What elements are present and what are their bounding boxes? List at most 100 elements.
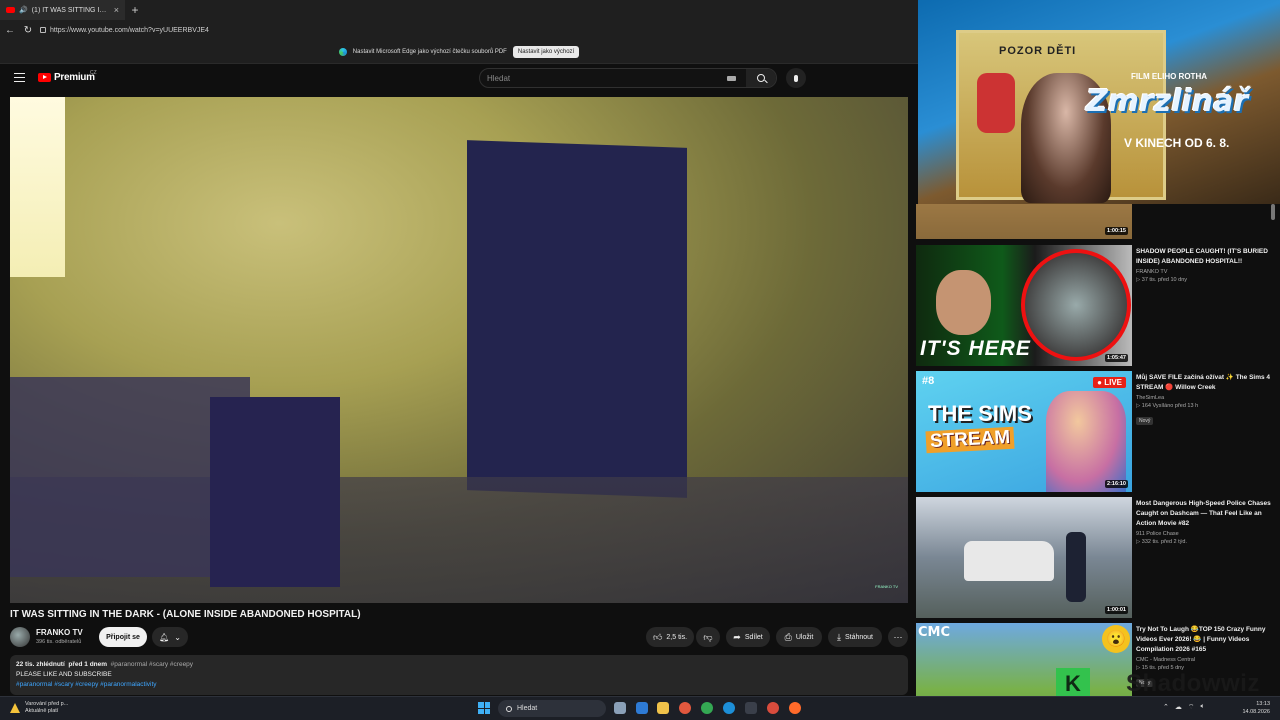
description-hashtags[interactable]: #paranormal #scary #creepy #paranormalac… xyxy=(16,680,902,690)
video-chair xyxy=(210,397,340,587)
sidebar-scrollbar[interactable] xyxy=(1271,204,1275,220)
volume-icon[interactable]: 🔈︎ xyxy=(1200,703,1204,712)
download-label: Stáhnout xyxy=(844,633,873,641)
file-explorer-icon[interactable] xyxy=(657,702,669,714)
video-title[interactable]: Try Not To Laugh 😂TOP 150 Crazy Funny Vi… xyxy=(1136,625,1276,655)
windows-start-icon[interactable] xyxy=(478,702,490,714)
video-thumbnail[interactable]: 1:00:15 xyxy=(916,204,1132,239)
recommendation-item[interactable]: #8 THE SIMS STREAM ● LIVE 2:16:10 Můj SA… xyxy=(916,371,1276,493)
speaker-icon[interactable]: 🔊 xyxy=(19,6,28,14)
menu-icon[interactable] xyxy=(14,73,25,82)
close-tab-icon[interactable]: × xyxy=(114,5,119,15)
like-count: 2,5 tis. xyxy=(666,633,688,641)
back-arrow-icon[interactable]: ← xyxy=(4,25,16,36)
video-meta: Můj SAVE FILE začíná ožívat ✨ The Sims 4… xyxy=(1136,373,1276,427)
video-channel[interactable]: 911 Police Chase xyxy=(1136,531,1276,537)
browser-icon[interactable] xyxy=(789,702,801,714)
thumbs-up-icon: 👍︎ xyxy=(652,631,663,642)
chrome-icon[interactable] xyxy=(701,702,713,714)
browser-tab-active[interactable]: 🔊 (1) IT WAS SITTING IN THE DARK × xyxy=(0,0,125,20)
weather-warning-widget[interactable]: Varování před p... Aktuálně platí xyxy=(10,701,68,715)
description-line: PLEASE LIKE AND SUBSCRIBE xyxy=(16,671,112,678)
video-title[interactable]: SHADOW PEOPLE CAUGHT! (IT'S BURIED INSID… xyxy=(1136,247,1276,267)
ad-title: Zmrzlinář xyxy=(1086,84,1249,119)
widgets-icon[interactable] xyxy=(636,702,648,714)
task-view-icon[interactable] xyxy=(614,702,626,714)
recommendation-item[interactable]: IT'S HERE 1:05:47 SHADOW PEOPLE CAUGHT! … xyxy=(916,245,1276,367)
address-bar[interactable]: https://www.youtube.com/watch?v=yUUEERBV… xyxy=(40,23,918,37)
app-icon[interactable] xyxy=(767,702,779,714)
lock-icon xyxy=(40,27,46,33)
warning-subtitle: Aktuálně platí xyxy=(25,708,59,714)
channel-avatar[interactable] xyxy=(10,627,30,647)
firefox-icon[interactable] xyxy=(679,702,691,714)
share-button[interactable]: ➦ Sdílet xyxy=(726,627,770,647)
ad-film-label: FILM ELIHO ROTHA xyxy=(1131,72,1207,81)
youtube-premium-logo[interactable]: Premium xyxy=(38,72,95,83)
recommendation-item[interactable]: 1:00:15 xyxy=(916,204,1276,240)
video-duration: 1:00:01 xyxy=(1105,606,1128,614)
video-thumbnail[interactable]: #8 THE SIMS STREAM ● LIVE 2:16:10 xyxy=(916,371,1132,492)
cloud-icon[interactable]: ☁ xyxy=(1175,703,1182,712)
upload-age: před 1 dnem xyxy=(68,661,108,668)
video-duration: 2:16:10 xyxy=(1105,480,1128,488)
new-tab-button[interactable]: + xyxy=(125,3,145,17)
like-button[interactable]: 👍︎ 2,5 tis. xyxy=(646,627,694,647)
download-button[interactable]: ⤓ Stáhnout xyxy=(828,627,882,647)
clock-time: 13:13 xyxy=(1256,701,1270,707)
logo-text: Premium xyxy=(54,72,95,83)
video-stats: ▷ 164 Vysíláno před 13 h xyxy=(1136,403,1199,409)
voice-search-button[interactable] xyxy=(786,68,806,88)
app-icon[interactable] xyxy=(745,702,757,714)
video-bright-window xyxy=(10,97,65,277)
dislike-button[interactable]: 👎︎ xyxy=(696,627,720,647)
thumbnail-car xyxy=(964,541,1054,581)
search-button[interactable] xyxy=(746,69,776,87)
address-bar-row: ← ↻ https://www.youtube.com/watch?v=yUUE… xyxy=(0,20,918,40)
description-inline-tags: #paranormal #scary #creepy xyxy=(110,661,194,668)
recommendation-item[interactable]: 1:00:01 Most Dangerous High-Speed Police… xyxy=(916,497,1276,619)
video-channel[interactable]: CMC - Madness Central xyxy=(1136,657,1276,663)
search-icon xyxy=(506,705,512,712)
video-title[interactable]: Most Dangerous High-Speed Police Chases … xyxy=(1136,499,1276,529)
edge-icon[interactable] xyxy=(723,702,735,714)
save-button[interactable]: ⎙ Uložit xyxy=(776,627,822,647)
thumbnail-episode-number: #8 xyxy=(922,375,935,387)
live-badge: ● LIVE xyxy=(1093,377,1126,388)
video-thumbnail[interactable]: IT'S HERE 1:05:47 xyxy=(916,245,1132,366)
video-title[interactable]: Můj SAVE FILE začíná ožívat ✨ The Sims 4… xyxy=(1136,373,1276,393)
taskbar-search[interactable]: Hledat xyxy=(498,700,606,717)
more-horizontal-icon: ⋯ xyxy=(893,631,903,642)
warning-icon xyxy=(10,703,21,713)
network-icon[interactable]: ⌔ xyxy=(1188,703,1195,712)
notification-bell-button[interactable]: 🔔︎ ⌄ xyxy=(152,627,188,647)
thumbnail-logo: CMC xyxy=(918,625,951,640)
video-channel[interactable]: TheSimLea xyxy=(1136,395,1276,401)
description-box[interactable]: 22 tis. zhlédnutí před 1 dnem #paranorma… xyxy=(10,655,908,695)
video-thumbnail[interactable]: 1:00:01 xyxy=(916,497,1132,618)
search-icon xyxy=(757,74,765,82)
more-actions-button[interactable]: ⋯ xyxy=(888,627,908,647)
video-meta: SHADOW PEOPLE CAUGHT! (IT'S BURIED INSID… xyxy=(1136,247,1276,283)
tray-chevron-icon[interactable]: ⌃ xyxy=(1163,703,1169,712)
youtube-header: Premium CZ Hledat xyxy=(0,64,918,94)
windows-taskbar: Varování před p... Aktuálně platí Hledat… xyxy=(0,696,1280,720)
search-input[interactable]: Hledat xyxy=(480,74,727,83)
bell-icon: 🔔︎ xyxy=(159,632,170,642)
system-clock[interactable]: 13:13 14.08.2026 xyxy=(1240,700,1270,716)
taskbar-search-label: Hledat xyxy=(517,705,538,712)
watermark-text: Shadowwiz xyxy=(1126,670,1260,697)
keyboard-icon[interactable] xyxy=(727,75,736,81)
join-button[interactable]: Připojit se xyxy=(99,627,147,647)
channel-name[interactable]: FRANKO TV xyxy=(36,628,83,637)
share-label: Sdílet xyxy=(744,633,763,641)
set-default-button[interactable]: Nastavit jako výchozí xyxy=(512,45,580,58)
video-channel[interactable]: FRANKO TV xyxy=(1136,269,1276,275)
movie-ad-banner[interactable]: POZOR DĚTI FILM ELIHO ROTHA Zmrzlinář V … xyxy=(918,0,1280,204)
shocked-face-icon: 😮 xyxy=(1102,625,1130,653)
video-title: IT WAS SITTING IN THE DARK - (ALONE INSI… xyxy=(10,609,361,620)
reload-icon[interactable]: ↻ xyxy=(22,25,34,36)
search-box[interactable]: Hledat xyxy=(479,68,777,88)
video-player[interactable]: FRANKO TV xyxy=(10,97,908,603)
share-icon: ➦ xyxy=(733,631,741,642)
